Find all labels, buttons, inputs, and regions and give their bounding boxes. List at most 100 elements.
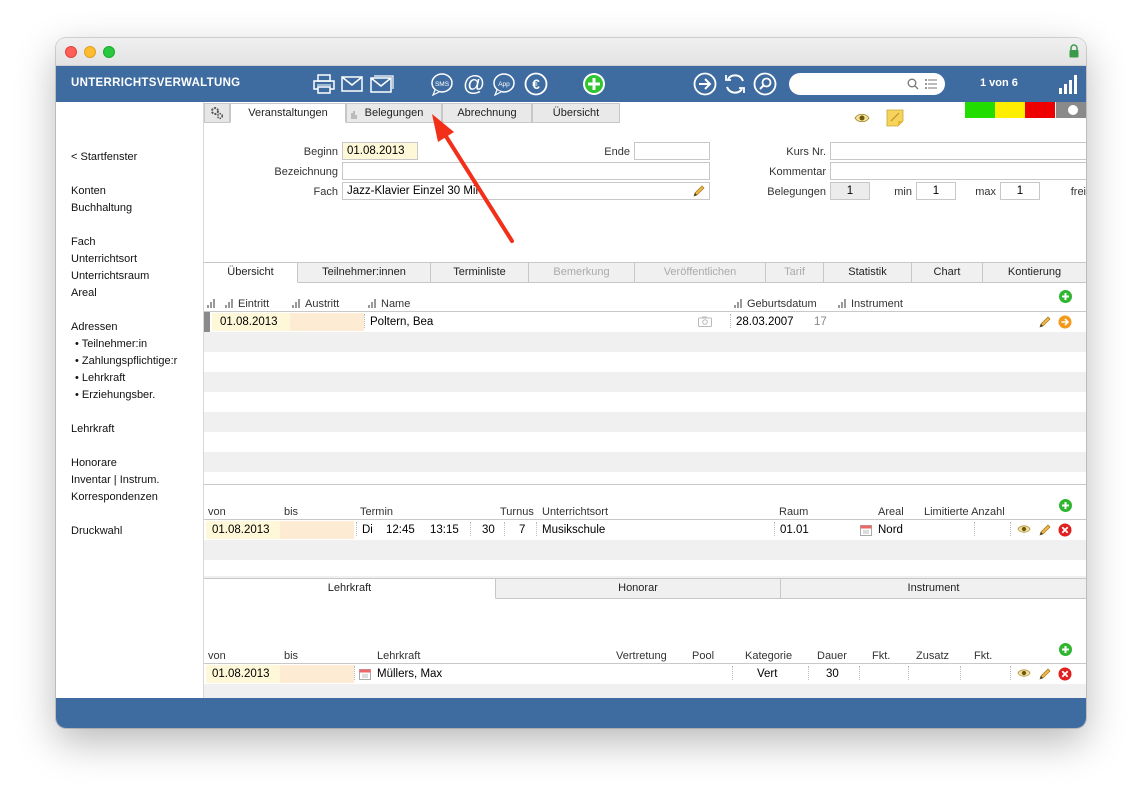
minimize-window-button[interactable] [84,46,96,58]
schedule-start[interactable]: 12:45 [386,521,415,539]
subtab-statistik[interactable]: Statistik [824,263,912,283]
subtab-tarif[interactable]: Tarif [766,263,824,283]
schedule-turnus[interactable]: 7 [519,521,525,539]
sidebar-item-korrespondenzen[interactable]: Korrespondenzen [71,491,158,503]
pencil-icon[interactable] [1038,315,1052,329]
printer-icon[interactable] [311,71,337,97]
col-name[interactable]: Name [368,298,410,310]
status-toggle[interactable] [1056,102,1086,118]
participant-name[interactable]: Poltern, Bea [370,313,433,331]
sidebar-item-areal[interactable]: Areal [71,287,97,299]
sidebar-item-unterrichtsort[interactable]: Unterrichtsort [71,253,137,265]
subtab-bemerkung[interactable]: Bemerkung [529,263,635,283]
add-record-icon[interactable] [581,71,607,97]
col-eintritt[interactable]: Eintritt [225,298,269,310]
beginn-field[interactable]: 01.08.2013 [342,142,418,160]
euro-icon[interactable]: € [523,71,549,97]
sort-bars-icon[interactable] [207,299,216,308]
sms-icon[interactable]: SMS [429,71,455,97]
go-arrow-icon[interactable] [1058,315,1072,329]
ende-field[interactable] [634,142,710,160]
zoom-window-button[interactable] [103,46,115,58]
col-geburtsdatum[interactable]: Geburtsdatum [734,298,817,310]
find-icon[interactable] [752,71,778,97]
sidebar-item-adressen[interactable]: Adressen [71,321,117,333]
settings-tab[interactable] [204,103,230,123]
teacher-kategorie[interactable]: Vert [757,665,777,683]
btab-instrument[interactable]: Instrument [781,579,1086,599]
schedule-row[interactable]: 01.08.2013 Di 12:45 13:15 30 7 Musikschu… [204,520,1086,540]
pencil-icon[interactable] [1038,667,1052,681]
tab-uebersicht[interactable]: Übersicht [532,103,620,123]
sidebar-item-fach[interactable]: Fach [71,236,95,248]
status-yellow[interactable] [995,102,1025,118]
bezeichnung-field[interactable] [342,162,710,180]
schedule-ort[interactable]: Musikschule [542,521,605,539]
schedule-raum[interactable]: 01.01 [780,521,809,539]
teacher-name[interactable]: Müllers, Max [377,665,442,683]
eye-icon[interactable] [1017,524,1031,534]
list-options-icon[interactable] [925,79,937,89]
participant-eintritt[interactable]: 01.08.2013 [212,313,290,331]
sidebar-item-honorare[interactable]: Honorare [71,457,117,469]
btab-lehrkraft[interactable]: Lehrkraft [204,579,496,599]
sidebar-item-inventar[interactable]: Inventar | Instrum. [71,474,159,486]
calendar-icon[interactable] [860,524,872,536]
sidebar-item-lehrkraft[interactable]: Lehrkraft [71,423,114,435]
mail-icon[interactable] [339,71,365,97]
status-green[interactable] [965,102,995,118]
refresh-icon[interactable] [722,71,748,97]
schedule-dauer[interactable]: 30 [482,521,495,539]
subtab-uebersicht[interactable]: Übersicht [204,263,298,283]
schedule-areal[interactable]: Nord [878,521,903,539]
sidebar-item-zahlungspflichtige[interactable]: • Zahlungspflichtige:r [75,355,177,367]
at-email-icon[interactable]: @ [461,71,487,97]
search-input[interactable] [789,73,945,95]
eye-icon[interactable] [854,113,870,123]
add-teacher-icon[interactable] [1059,643,1072,656]
pencil-icon[interactable] [692,184,706,198]
delete-icon[interactable] [1058,523,1072,537]
sidebar-item-druckwahl[interactable]: Druckwahl [71,525,122,537]
schedule-von[interactable]: 01.08.2013 [206,521,280,539]
subtab-terminliste[interactable]: Terminliste [431,263,529,283]
tab-abrechnung[interactable]: Abrechnung [442,103,532,123]
next-arrow-icon[interactable] [692,71,718,97]
participant-austritt[interactable] [290,313,364,331]
sidebar-back-startfenster[interactable]: < Startfenster [71,151,137,163]
eye-icon[interactable] [1017,668,1031,678]
sidebar-item-teilnehmer[interactable]: • Teilnehmer:in [75,338,147,350]
col-instrument[interactable]: Instrument [838,298,903,310]
btab-honorar[interactable]: Honorar [496,579,781,599]
mail-batch-icon[interactable] [369,71,395,97]
app-message-icon[interactable]: App [491,71,517,97]
kursnr-field[interactable] [830,142,1086,160]
sticky-note-icon[interactable] [886,109,904,127]
close-window-button[interactable] [65,46,77,58]
calendar-icon[interactable] [359,668,371,680]
schedule-bis[interactable] [280,521,354,539]
sidebar-item-buchhaltung[interactable]: Buchhaltung [71,202,132,214]
subtab-veroeffentlichen[interactable]: Veröffentlichen [635,263,766,283]
sidebar-item-erziehungsber[interactable]: • Erziehungsber. [75,389,155,401]
pencil-icon[interactable] [1038,523,1052,537]
table-row[interactable]: 01.08.2013 Poltern, Bea 28.03.2007 17 [204,312,1086,332]
teacher-row[interactable]: 01.08.2013 Müllers, Max Vert 30 [204,664,1086,684]
subtab-chart[interactable]: Chart [912,263,983,283]
tab-belegungen[interactable]: Belegungen [346,103,442,123]
schedule-ende[interactable]: 13:15 [430,521,459,539]
schedule-tag[interactable]: Di [362,521,373,539]
max-field[interactable]: 1 [1000,182,1040,200]
min-field[interactable]: 1 [916,182,956,200]
tab-veranstaltungen[interactable]: Veranstaltungen [230,103,346,123]
subtab-teilnehmer[interactable]: Teilnehmer:innen [298,263,431,283]
teacher-von[interactable]: 01.08.2013 [206,665,280,683]
sidebar-item-konten[interactable]: Konten [71,185,106,197]
status-red[interactable] [1025,102,1055,118]
kommentar-field[interactable] [830,162,1086,180]
sidebar-item-unterrichtsraum[interactable]: Unterrichtsraum [71,270,149,282]
participant-geburtsdatum[interactable]: 28.03.2007 [736,313,794,331]
subtab-kontierung[interactable]: Kontierung [983,263,1086,283]
col-austritt[interactable]: Austritt [292,298,339,310]
camera-icon[interactable] [698,316,712,327]
